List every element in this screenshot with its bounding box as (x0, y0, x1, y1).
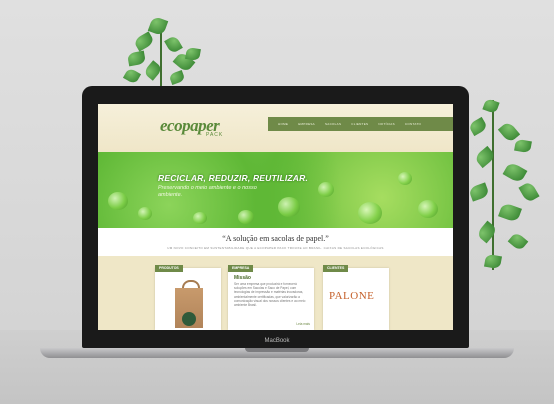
card-tag-produtos: PRODUTOS (155, 265, 183, 272)
hero-subtitle: Preservando o meio ambiente e o nosso am… (158, 185, 257, 198)
nav-item-noticias[interactable]: NOTÍCIAS (378, 122, 395, 126)
content-area: PRODUTOS EMPRESA Missão Ser uma empresa … (98, 256, 453, 330)
nav-item-contato[interactable]: CONTATO (405, 122, 421, 126)
card-clientes[interactable]: CLIENTES PALONE (323, 265, 389, 330)
laptop-brand-label: MacBook (264, 338, 290, 344)
quote-title: “A solução em sacolas de papel.” (222, 234, 329, 243)
card-produtos[interactable]: PRODUTOS (155, 265, 221, 330)
card-tag-clientes: CLIENTES (323, 265, 349, 272)
main-nav: HOME EMPRESA SACOLAS CLIENTES NOTÍCIAS C… (268, 117, 453, 131)
site-header: ecopaper PACK HOME EMPRESA SACOLAS CLIEN… (98, 104, 453, 152)
quote-section: “A solução em sacolas de papel.” UM NOVO… (98, 228, 453, 256)
client-logo-palone: PALONE (329, 290, 375, 302)
quote-subtitle: UM NOVO CONCEITO EM SUSTENTABILIDADE QUE… (167, 246, 384, 250)
nav-item-home[interactable]: HOME (278, 122, 288, 126)
bag-logo-seal (182, 312, 196, 326)
hero-title: RECICLAR, REDUZIR, REUTILIZAR. (158, 173, 309, 183)
hero-banner: RECICLAR, REDUZIR, REUTILIZAR. Preservan… (98, 152, 453, 228)
site-logo-sub: PACK (206, 132, 224, 138)
laptop-base (40, 348, 514, 358)
mission-text: Ser uma empresa que produzirá e fornecer… (234, 282, 306, 308)
laptop-screen: ecopaper PACK HOME EMPRESA SACOLAS CLIEN… (98, 104, 453, 330)
mission-title: Missão (234, 275, 251, 281)
laptop-notch (245, 348, 309, 352)
nav-item-sacolas[interactable]: SACOLAS (325, 122, 341, 126)
nav-item-clientes[interactable]: CLIENTES (351, 122, 368, 126)
card-tag-empresa: EMPRESA (228, 265, 254, 272)
nav-item-empresa[interactable]: EMPRESA (298, 122, 315, 126)
read-more-link[interactable]: Leia mais (296, 322, 310, 326)
card-empresa: EMPRESA Missão Ser uma empresa que produ… (228, 265, 314, 330)
